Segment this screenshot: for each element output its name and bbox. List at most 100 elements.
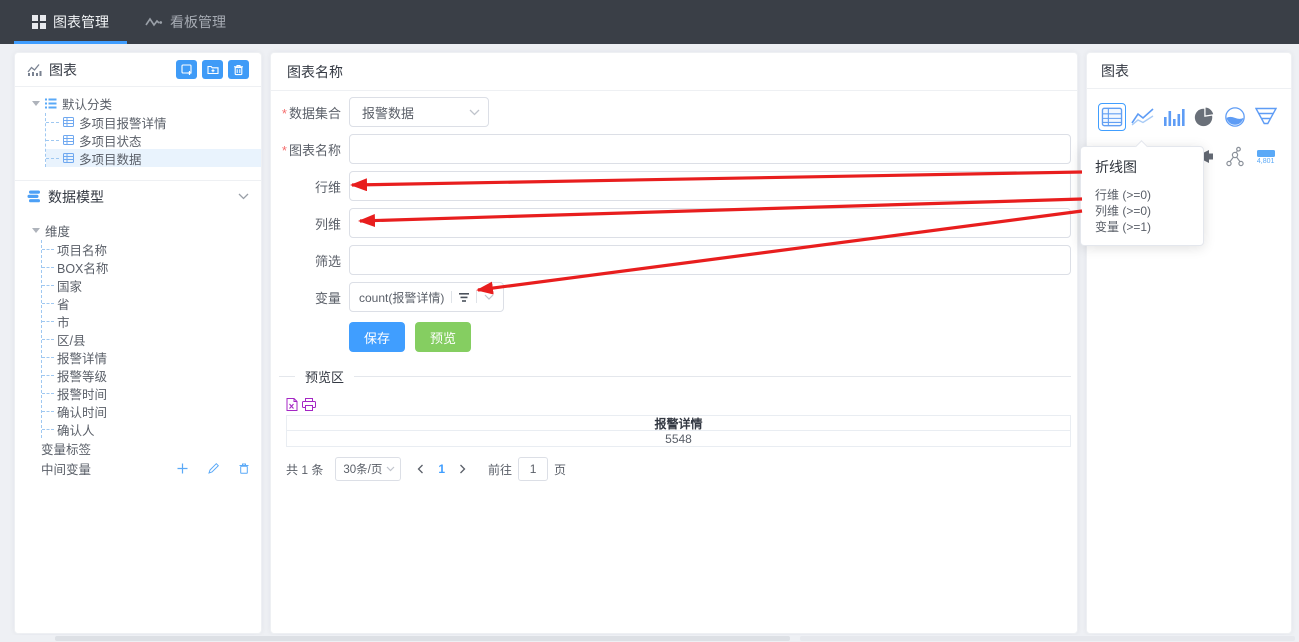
tree-item-label: 多项目数据 <box>79 149 142 168</box>
chart-type-relation[interactable] <box>1221 143 1249 171</box>
scrollbar-thumb[interactable] <box>55 636 790 641</box>
chevron-right-icon <box>459 464 466 474</box>
funnel-chart-icon <box>1255 107 1277 127</box>
data-model-section[interactable]: 数据模型 <box>15 180 261 212</box>
tree-node-dimensions[interactable]: 维度 <box>15 221 261 240</box>
tree-item-chart[interactable]: 多项目状态 <box>46 131 261 149</box>
delete-button[interactable] <box>228 60 249 79</box>
row-dim-input[interactable] <box>349 171 1071 201</box>
tab-chart-management[interactable]: 图表管理 <box>14 0 127 44</box>
dataset-value: 报警数据 <box>362 103 414 122</box>
chevron-down-icon <box>238 193 249 200</box>
table-chart-icon <box>1101 107 1123 127</box>
dimension-item[interactable]: 区/县 <box>42 330 261 348</box>
page-unit: 页 <box>554 461 566 478</box>
tree-item-label: 多项目报警详情 <box>79 113 167 132</box>
dimension-item[interactable]: 确认时间 <box>42 402 261 420</box>
item-actions <box>177 463 249 474</box>
preview-button[interactable]: 预览 <box>415 322 471 352</box>
dimension-item[interactable]: 确认人 <box>42 420 261 438</box>
required-mark: * <box>282 106 287 121</box>
chart-tree: 默认分类 多项目报警详情 多项目状态 <box>15 87 261 172</box>
chart-type-liquid[interactable] <box>1221 103 1249 131</box>
dataset-select[interactable]: 报警数据 <box>349 97 489 127</box>
excel-export-icon[interactable] <box>286 398 298 411</box>
chart-type-line[interactable] <box>1129 103 1157 131</box>
item-label: 变量标签 <box>41 439 91 458</box>
line-chart-icon <box>1131 107 1155 127</box>
tab-board-management[interactable]: 看板管理 <box>127 0 244 44</box>
total-count: 共 1 条 <box>286 461 323 478</box>
divider-line <box>279 376 295 377</box>
tooltip-col-dim: 列维 (>=0) <box>1095 203 1191 219</box>
goto-page-input[interactable] <box>518 457 548 481</box>
dimension-item[interactable]: 报警等级 <box>42 366 261 384</box>
edit-icon[interactable] <box>208 463 219 474</box>
chart-type-indicator-card[interactable]: 4,801 <box>1252 143 1280 171</box>
chart-type-bar[interactable] <box>1160 103 1188 131</box>
sidebar-panel: 图表 <box>14 52 262 634</box>
liquid-chart-icon <box>1224 106 1246 128</box>
col-dim-input[interactable] <box>349 208 1071 238</box>
chevron-down-icon[interactable] <box>484 294 494 300</box>
current-page[interactable]: 1 <box>438 462 445 476</box>
add-chart-button[interactable] <box>176 60 197 79</box>
dimension-tree: 维度 项目名称 BOX名称 国家 省 市 区/县 报警详情 报警等级 报警时间 … <box>15 212 261 487</box>
col-dim-label: 列维 <box>271 214 341 233</box>
variable-label: 变量 <box>271 288 341 307</box>
tree-item-chart-selected[interactable]: 多项目数据 <box>46 149 261 167</box>
caret-down-icon[interactable] <box>32 228 40 233</box>
required-mark: * <box>282 143 287 158</box>
horizontal-scrollbar[interactable] <box>0 635 1299 642</box>
variable-tags-item[interactable]: 变量标签 <box>15 438 261 458</box>
scrollbar-thumb[interactable] <box>800 636 1295 641</box>
tree-item-label: 多项目状态 <box>79 131 142 150</box>
tree-item-chart[interactable]: 多项目报警详情 <box>46 113 261 131</box>
database-icon <box>27 190 41 203</box>
intermediate-variable-item[interactable]: 中间变量 <box>15 458 261 478</box>
top-nav: 图表管理 看板管理 <box>0 0 1299 44</box>
indicator-card-icon: 4,801 <box>1257 150 1275 165</box>
print-icon[interactable] <box>302 398 316 411</box>
editor-header: 图表名称 <box>271 53 1077 91</box>
dimension-item[interactable]: 项目名称 <box>42 240 261 258</box>
dimension-label: 确认人 <box>57 420 95 439</box>
prev-page-button[interactable] <box>417 464 424 474</box>
variable-tag[interactable]: count(报警详情) <box>349 282 504 312</box>
caret-down-icon[interactable] <box>32 101 40 106</box>
dimension-item[interactable]: 报警时间 <box>42 384 261 402</box>
trash-icon[interactable] <box>239 463 249 474</box>
chart-type-pie[interactable] <box>1190 103 1218 131</box>
sidebar-actions <box>176 60 249 79</box>
dimension-item[interactable]: 国家 <box>42 276 261 294</box>
plus-icon[interactable] <box>177 463 188 474</box>
dimension-item[interactable]: BOX名称 <box>42 258 261 276</box>
tree-node-label: 维度 <box>45 221 70 240</box>
dataset-label: *数据集合 <box>271 103 341 122</box>
chevron-left-icon <box>417 464 424 474</box>
save-button[interactable]: 保存 <box>349 322 405 352</box>
chart-type-funnel[interactable] <box>1252 103 1280 131</box>
sidebar-title: 图表 <box>49 60 77 80</box>
sort-icon[interactable] <box>459 293 469 302</box>
chevron-down-icon <box>386 466 395 472</box>
card-value: 4,801 <box>1257 158 1275 165</box>
chart-type-table[interactable] <box>1098 103 1126 131</box>
preview-divider: 预览区 <box>279 367 1071 386</box>
dimension-item[interactable]: 报警详情 <box>42 348 261 366</box>
dimension-item[interactable]: 省 <box>42 294 261 312</box>
form-row-variable: 变量 count(报警详情) <box>271 282 1071 312</box>
dimension-label: 国家 <box>57 276 82 295</box>
next-page-button[interactable] <box>459 464 466 474</box>
tree-node-default-category[interactable]: 默认分类 <box>15 94 261 113</box>
chart-type-title: 图表 <box>1101 61 1129 81</box>
chart-name-input[interactable] <box>349 134 1071 164</box>
page-size-value: 30条/页 <box>343 461 382 477</box>
divider-line <box>354 376 1071 377</box>
dimension-item[interactable]: 市 <box>42 312 261 330</box>
page-size-select[interactable]: 30条/页 <box>335 457 401 481</box>
filter-input[interactable] <box>349 245 1071 275</box>
chart-editor-panel: 图表名称 *数据集合 报警数据 *图表名称 行维 列维 筛选 变量 <box>270 52 1078 634</box>
pagination: 共 1 条 30条/页 1 前往 页 <box>286 457 1077 481</box>
add-folder-button[interactable] <box>202 60 223 79</box>
